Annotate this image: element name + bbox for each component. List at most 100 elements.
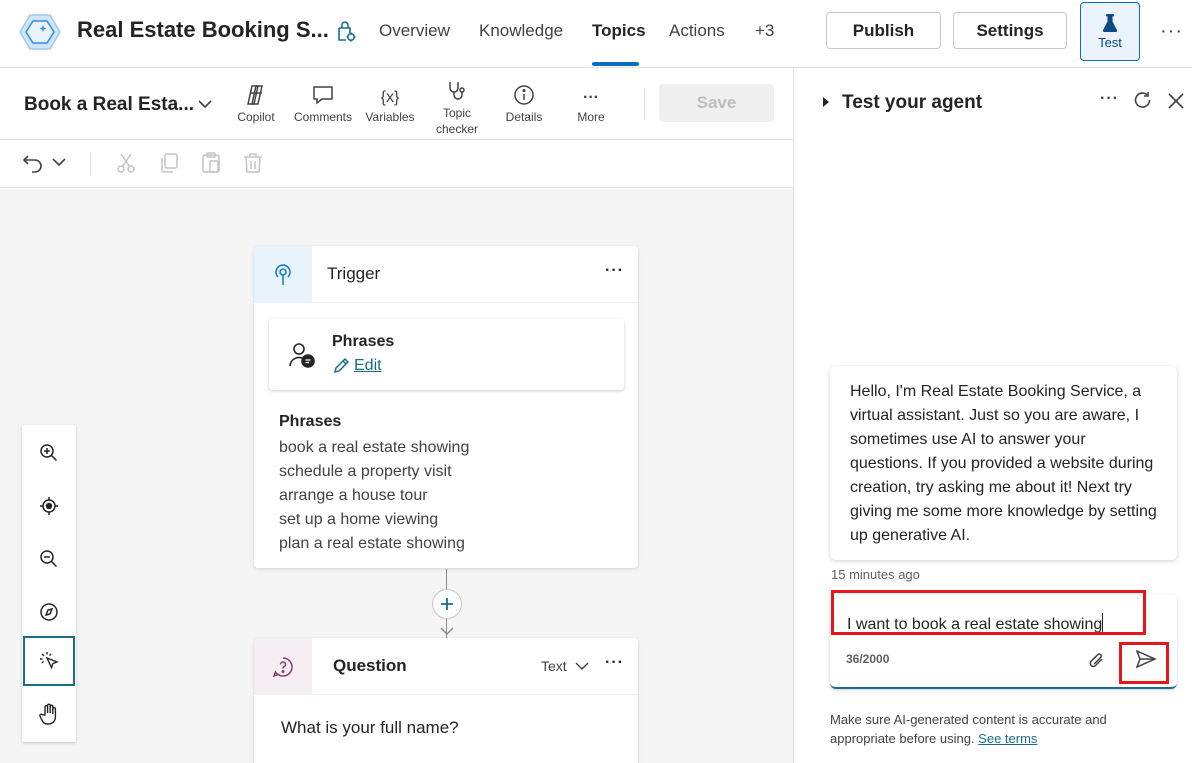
topic-name[interactable]: Book a Real Esta... <box>24 94 194 116</box>
arrow-down-icon <box>440 625 454 637</box>
send-highlight-box <box>1119 642 1169 684</box>
phrases-card[interactable]: Phrases Edit <box>269 319 624 390</box>
phrases-heading: Phrases <box>279 413 342 430</box>
variables-tool[interactable]: {x} Variables <box>365 82 415 125</box>
zoom-out-icon[interactable] <box>23 534 75 584</box>
more-tool[interactable]: ··· More <box>571 82 611 125</box>
flask-icon <box>1102 14 1118 32</box>
plus-icon <box>441 598 453 610</box>
trigger-icon <box>254 246 312 303</box>
tab-actions[interactable]: Actions <box>669 21 725 41</box>
add-node-button[interactable] <box>432 589 462 619</box>
minimap-icon[interactable] <box>23 587 75 637</box>
close-icon[interactable] <box>1167 92 1185 110</box>
topic-checker-tool[interactable]: Topic checker <box>432 78 482 137</box>
ai-disclaimer: Make sure AI-generated content is accura… <box>830 710 1170 748</box>
phrase-item: set up a home viewing <box>279 511 439 528</box>
collapse-caret-icon[interactable] <box>822 96 830 108</box>
attach-icon[interactable] <box>1088 650 1106 670</box>
phrase-item: plan a real estate showing <box>279 535 465 552</box>
publish-button[interactable]: Publish <box>826 12 941 49</box>
details-tool[interactable]: Details <box>504 82 544 125</box>
question-icon <box>254 638 312 695</box>
phrase-item: arrange a house tour <box>279 487 428 504</box>
question-node[interactable]: Question Text ··· What is your full name… <box>254 638 638 763</box>
chevron-down-icon[interactable] <box>197 96 213 112</box>
copy-icon[interactable] <box>158 152 180 174</box>
disclaimer-text: Make sure AI-generated content is accura… <box>830 712 1107 746</box>
authoring-canvas[interactable]: Trigger ··· Phrases Edit Phrases book a … <box>0 189 793 763</box>
comments-tool[interactable]: Comments <box>293 82 353 125</box>
bot-message-bubble: Hello, I'm Real Estate Booking Service, … <box>830 366 1177 560</box>
question-type-label: Text <box>541 658 567 674</box>
char-count: 36/2000 <box>846 652 890 666</box>
details-label: Details <box>505 110 543 124</box>
tab-overview[interactable]: Overview <box>379 21 450 41</box>
tab-overflow[interactable]: +3 <box>755 21 774 41</box>
toolbar-divider <box>644 88 645 120</box>
person-chat-icon <box>288 341 316 369</box>
info-icon <box>514 85 534 105</box>
phrase-item: book a real estate showing <box>279 439 470 456</box>
copilot-tool[interactable]: Copilot <box>236 82 276 125</box>
delete-icon[interactable] <box>242 152 264 174</box>
comment-icon <box>313 86 333 105</box>
tab-knowledge[interactable]: Knowledge <box>479 21 563 41</box>
refresh-icon[interactable] <box>1133 91 1153 111</box>
trigger-title: Trigger <box>327 264 381 283</box>
canvas-controls <box>22 425 76 742</box>
question-node-header: Question Text ··· <box>254 638 638 695</box>
select-pointer-icon[interactable] <box>23 636 75 686</box>
pan-hand-icon[interactable] <box>23 689 75 739</box>
settings-button[interactable]: Settings <box>953 12 1067 49</box>
test-panel-more-icon[interactable]: ··· <box>1100 90 1119 108</box>
agent-status-icon[interactable] <box>334 20 358 44</box>
question-text[interactable]: What is your full name? <box>281 718 459 738</box>
question-title: Question <box>333 656 407 675</box>
edit-bar <box>0 140 793 188</box>
undo-icon[interactable] <box>22 152 44 174</box>
test-agent-panel: Test your agent ··· Hello, I'm Real Esta… <box>793 68 1192 763</box>
topic-toolbar: Book a Real Esta... Copilot Comments {x}… <box>0 68 793 140</box>
phrases-card-title: Phrases <box>332 333 395 350</box>
copilot-icon <box>247 85 263 105</box>
cut-icon[interactable] <box>115 152 137 174</box>
undo-dropdown-chevron-icon[interactable] <box>51 156 67 170</box>
variables-label: Variables <box>365 110 415 124</box>
tab-topics[interactable]: Topics <box>592 21 646 41</box>
chevron-down-icon <box>575 662 589 670</box>
pencil-icon <box>333 357 350 374</box>
question-type-dropdown[interactable]: Text <box>541 658 589 674</box>
edit-phrases-link[interactable]: Edit <box>332 357 382 375</box>
trigger-node-header: Trigger ··· <box>254 246 638 303</box>
test-panel-title: Test your agent <box>842 92 983 113</box>
phrase-item: schedule a property visit <box>279 463 452 480</box>
top-bar: Real Estate Booking S... Overview Knowle… <box>0 0 1192 68</box>
paste-icon[interactable] <box>200 152 222 174</box>
trigger-more-icon[interactable]: ··· <box>605 262 624 280</box>
editbar-divider <box>90 152 91 176</box>
phrases-list: book a real estate showing schedule a pr… <box>279 436 469 556</box>
test-button-label: Test <box>1098 35 1122 50</box>
trigger-node[interactable]: Trigger ··· Phrases Edit Phrases book a … <box>254 246 638 568</box>
agent-title: Real Estate Booking S... <box>77 17 329 42</box>
more-icon: ··· <box>583 89 599 106</box>
stethoscope-icon <box>449 82 465 100</box>
input-highlight-box <box>831 590 1146 635</box>
agent-logo-icon <box>18 12 62 52</box>
more-label: More <box>577 110 605 124</box>
test-button[interactable]: Test <box>1080 2 1140 61</box>
copilot-label: Copilot <box>237 110 275 124</box>
question-more-icon[interactable]: ··· <box>605 654 624 672</box>
more-options-icon[interactable]: ··· <box>1160 20 1183 43</box>
active-tab-indicator <box>592 62 639 66</box>
comments-label: Comments <box>293 110 352 124</box>
edit-label: Edit <box>354 357 382 374</box>
topic-checker-label: Topic checker <box>435 106 479 136</box>
message-timestamp: 15 minutes ago <box>831 567 920 582</box>
variables-icon: {x} <box>380 89 400 106</box>
recenter-icon[interactable] <box>23 481 75 531</box>
zoom-in-icon[interactable] <box>23 428 75 478</box>
see-terms-link[interactable]: See terms <box>978 731 1037 746</box>
save-button[interactable]: Save <box>659 84 774 122</box>
